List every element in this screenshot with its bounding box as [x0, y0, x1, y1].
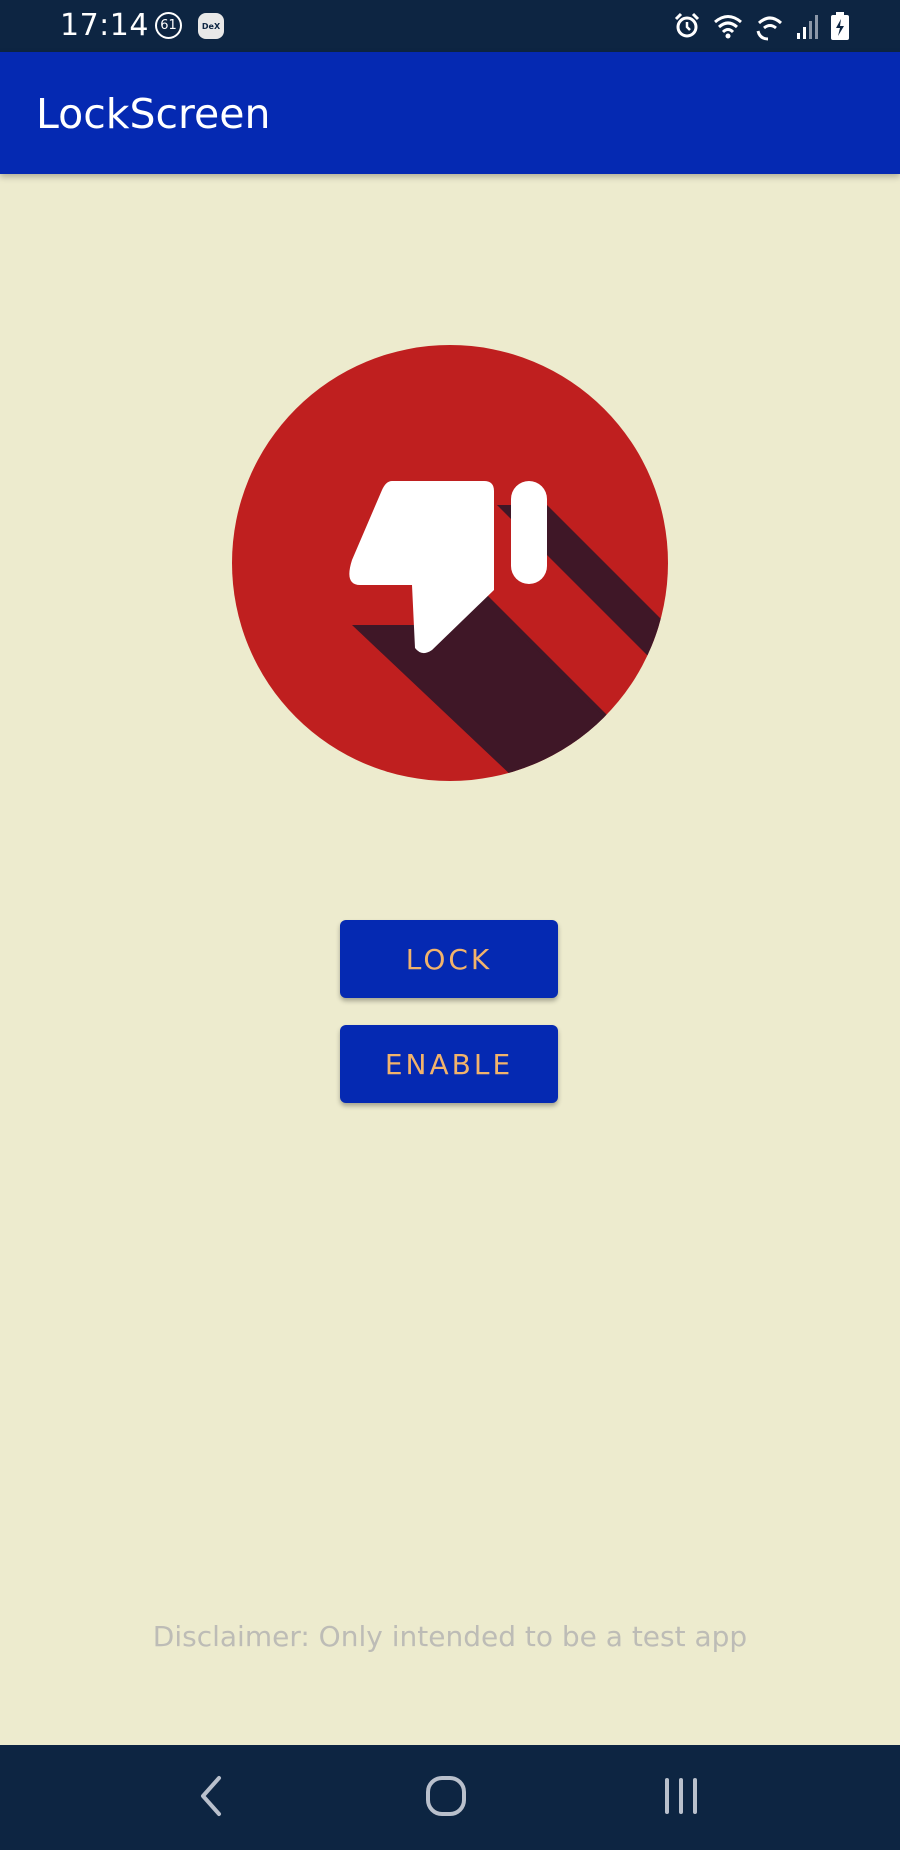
app-title: LockScreen	[36, 90, 271, 138]
status-time: 17:14	[60, 8, 149, 43]
disclaimer-text: Disclaimer: Only intended to be a test a…	[152, 1620, 748, 1653]
back-button[interactable]	[182, 1773, 242, 1823]
wifi-calling-icon	[754, 11, 786, 41]
recents-icon	[661, 1774, 701, 1822]
enable-button[interactable]: ENABLE	[340, 1025, 558, 1103]
recents-button[interactable]	[651, 1773, 711, 1823]
alarm-icon	[672, 11, 702, 41]
battery-charging-icon	[830, 11, 850, 41]
home-button[interactable]	[416, 1773, 476, 1823]
thumbs-down-icon	[232, 345, 668, 781]
status-icons	[672, 10, 850, 42]
home-icon	[424, 1774, 468, 1822]
status-bar: 17:14 61 DeX	[0, 0, 900, 52]
wifi-icon	[712, 11, 744, 41]
lock-button[interactable]: LOCK	[340, 920, 558, 998]
signal-icon	[796, 11, 820, 41]
dex-icon: DeX	[198, 13, 224, 39]
app-bar: LockScreen	[0, 52, 900, 174]
back-icon	[197, 1774, 227, 1822]
hero-thumbs-down-image	[232, 345, 668, 781]
notification-count-badge: 61	[155, 12, 182, 39]
navigation-bar	[0, 1745, 900, 1850]
